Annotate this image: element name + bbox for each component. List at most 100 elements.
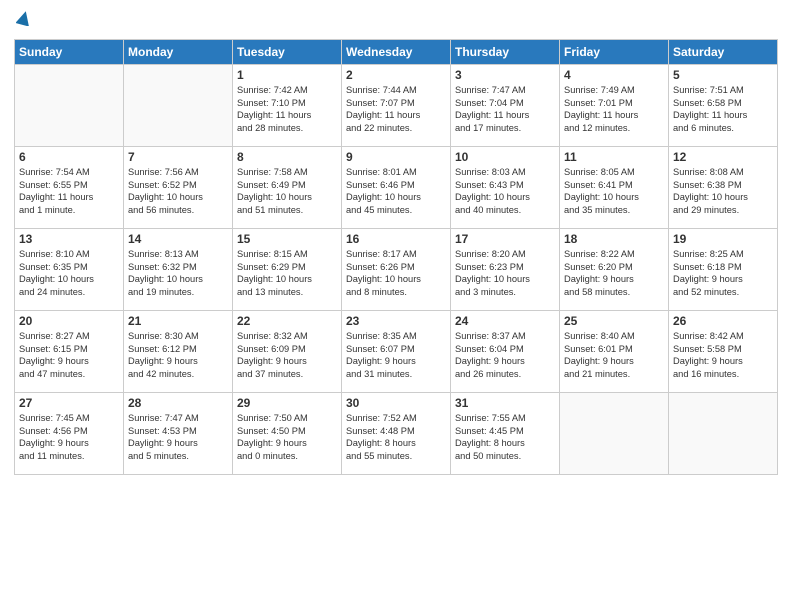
cell-content: Sunrise: 8:25 AM Sunset: 6:18 PM Dayligh… — [673, 248, 773, 298]
calendar-cell: 15 Sunrise: 8:15 AM Sunset: 6:29 PM Dayli… — [233, 229, 342, 311]
cell-content: Sunrise: 8:05 AM Sunset: 6:41 PM Dayligh… — [564, 166, 664, 216]
weekday-header-friday: Friday — [560, 40, 669, 65]
cell-content: Sunrise: 7:58 AM Sunset: 6:49 PM Dayligh… — [237, 166, 337, 216]
calendar-cell: 7Sunrise: 7:56 AM Sunset: 6:52 PM Daylig… — [124, 147, 233, 229]
day-number: 17 — [455, 232, 555, 246]
calendar-cell: 6 Sunrise: 7:54 AM Sunset: 6:55 PM Daylig… — [15, 147, 124, 229]
day-number: 23 — [346, 314, 446, 328]
cell-content: Sunrise: 7:51 AM Sunset: 6:58 PM Dayligh… — [673, 84, 773, 134]
weekday-header-monday: Monday — [124, 40, 233, 65]
weekday-header-row: SundayMondayTuesdayWednesdayThursdayFrid… — [15, 40, 778, 65]
cell-content: Sunrise: 8:30 AM Sunset: 6:12 PM Dayligh… — [128, 330, 228, 380]
calendar-cell: 14 Sunrise: 8:13 AM Sunset: 6:32 PM Dayli… — [124, 229, 233, 311]
day-number: 10 — [455, 150, 555, 164]
cell-content: Sunrise: 8:20 AM Sunset: 6:23 PM Dayligh… — [455, 248, 555, 298]
calendar-cell: 13 Sunrise: 8:10 AM Sunset: 6:35 PM Dayli… — [15, 229, 124, 311]
calendar-cell: 2Sunrise: 7:44 AM Sunset: 7:07 PM Daylig… — [342, 65, 451, 147]
header — [14, 10, 778, 31]
calendar-cell: 27Sunrise: 7:45 AM Sunset: 4:56 PM Dayli… — [15, 393, 124, 475]
cell-content: Sunrise: 8:03 AM Sunset: 6:43 PM Dayligh… — [455, 166, 555, 216]
day-number: 21 — [128, 314, 228, 328]
week-row-4: 20 Sunrise: 8:27 AM Sunset: 6:15 PM Dayli… — [15, 311, 778, 393]
cell-content: Sunrise: 8:01 AM Sunset: 6:46 PM Dayligh… — [346, 166, 446, 216]
weekday-header-thursday: Thursday — [451, 40, 560, 65]
week-row-1: 1Sunrise: 7:42 AM Sunset: 7:10 PM Daylig… — [15, 65, 778, 147]
cell-content: Sunrise: 7:50 AM Sunset: 4:50 PM Dayligh… — [237, 412, 337, 462]
day-number: 14 — [128, 232, 228, 246]
calendar-table: SundayMondayTuesdayWednesdayThursdayFrid… — [14, 39, 778, 475]
day-number: 19 — [673, 232, 773, 246]
day-number: 25 — [564, 314, 664, 328]
cell-content: Sunrise: 7:55 AM Sunset: 4:45 PM Dayligh… — [455, 412, 555, 462]
day-number: 4 — [564, 68, 664, 82]
cell-content: Sunrise: 8:08 AM Sunset: 6:38 PM Dayligh… — [673, 166, 773, 216]
calendar-cell: 16Sunrise: 8:17 AM Sunset: 6:26 PM Dayli… — [342, 229, 451, 311]
calendar-cell: 24 Sunrise: 8:37 AM Sunset: 6:04 PM Dayli… — [451, 311, 560, 393]
day-number: 6 — [19, 150, 119, 164]
calendar-cell: 11 Sunrise: 8:05 AM Sunset: 6:41 PM Dayli… — [560, 147, 669, 229]
cell-content: Sunrise: 8:13 AM Sunset: 6:32 PM Dayligh… — [128, 248, 228, 298]
cell-content: Sunrise: 8:22 AM Sunset: 6:20 PM Dayligh… — [564, 248, 664, 298]
cell-content: Sunrise: 8:40 AM Sunset: 6:01 PM Dayligh… — [564, 330, 664, 380]
day-number: 2 — [346, 68, 446, 82]
calendar-cell: 10 Sunrise: 8:03 AM Sunset: 6:43 PM Dayli… — [451, 147, 560, 229]
day-number: 1 — [237, 68, 337, 82]
cell-content: Sunrise: 7:47 AM Sunset: 4:53 PM Dayligh… — [128, 412, 228, 462]
calendar-cell: 19 Sunrise: 8:25 AM Sunset: 6:18 PM Dayli… — [669, 229, 778, 311]
calendar-cell: 12Sunrise: 8:08 AM Sunset: 6:38 PM Dayli… — [669, 147, 778, 229]
cell-content: Sunrise: 8:10 AM Sunset: 6:35 PM Dayligh… — [19, 248, 119, 298]
cell-content: Sunrise: 7:56 AM Sunset: 6:52 PM Dayligh… — [128, 166, 228, 216]
day-number: 9 — [346, 150, 446, 164]
cell-content: Sunrise: 8:37 AM Sunset: 6:04 PM Dayligh… — [455, 330, 555, 380]
calendar-cell: 22 Sunrise: 8:32 AM Sunset: 6:09 PM Dayli… — [233, 311, 342, 393]
week-row-2: 6 Sunrise: 7:54 AM Sunset: 6:55 PM Daylig… — [15, 147, 778, 229]
cell-content: Sunrise: 7:49 AM Sunset: 7:01 PM Dayligh… — [564, 84, 664, 134]
day-number: 8 — [237, 150, 337, 164]
day-number: 15 — [237, 232, 337, 246]
day-number: 5 — [673, 68, 773, 82]
day-number: 29 — [237, 396, 337, 410]
day-number: 22 — [237, 314, 337, 328]
cell-content: Sunrise: 7:47 AM Sunset: 7:04 PM Dayligh… — [455, 84, 555, 134]
weekday-header-sunday: Sunday — [15, 40, 124, 65]
calendar-cell — [669, 393, 778, 475]
cell-content: Sunrise: 8:15 AM Sunset: 6:29 PM Dayligh… — [237, 248, 337, 298]
day-number: 18 — [564, 232, 664, 246]
cell-content: Sunrise: 8:17 AM Sunset: 6:26 PM Dayligh… — [346, 248, 446, 298]
day-number: 24 — [455, 314, 555, 328]
calendar-cell: 28 Sunrise: 7:47 AM Sunset: 4:53 PM Dayli… — [124, 393, 233, 475]
calendar-cell: 1Sunrise: 7:42 AM Sunset: 7:10 PM Daylig… — [233, 65, 342, 147]
cell-content: Sunrise: 7:54 AM Sunset: 6:55 PM Dayligh… — [19, 166, 119, 216]
calendar-cell: 31 Sunrise: 7:55 AM Sunset: 4:45 PM Dayli… — [451, 393, 560, 475]
calendar-cell — [15, 65, 124, 147]
day-number: 31 — [455, 396, 555, 410]
cell-content: Sunrise: 7:45 AM Sunset: 4:56 PM Dayligh… — [19, 412, 119, 462]
calendar-cell: 25 Sunrise: 8:40 AM Sunset: 6:01 PM Dayli… — [560, 311, 669, 393]
cell-content: Sunrise: 8:32 AM Sunset: 6:09 PM Dayligh… — [237, 330, 337, 380]
calendar-cell: 3 Sunrise: 7:47 AM Sunset: 7:04 PM Daylig… — [451, 65, 560, 147]
day-number: 20 — [19, 314, 119, 328]
cell-content: Sunrise: 7:52 AM Sunset: 4:48 PM Dayligh… — [346, 412, 446, 462]
calendar-cell: 8 Sunrise: 7:58 AM Sunset: 6:49 PM Daylig… — [233, 147, 342, 229]
week-row-5: 27Sunrise: 7:45 AM Sunset: 4:56 PM Dayli… — [15, 393, 778, 475]
weekday-header-wednesday: Wednesday — [342, 40, 451, 65]
cell-content: Sunrise: 8:35 AM Sunset: 6:07 PM Dayligh… — [346, 330, 446, 380]
calendar-cell: 18 Sunrise: 8:22 AM Sunset: 6:20 PM Dayli… — [560, 229, 669, 311]
cell-content: Sunrise: 8:27 AM Sunset: 6:15 PM Dayligh… — [19, 330, 119, 380]
calendar-cell: 9 Sunrise: 8:01 AM Sunset: 6:46 PM Daylig… — [342, 147, 451, 229]
day-number: 11 — [564, 150, 664, 164]
calendar-cell: 29 Sunrise: 7:50 AM Sunset: 4:50 PM Dayli… — [233, 393, 342, 475]
calendar-cell: 4 Sunrise: 7:49 AM Sunset: 7:01 PM Daylig… — [560, 65, 669, 147]
day-number: 28 — [128, 396, 228, 410]
page-container: SundayMondayTuesdayWednesdayThursdayFrid… — [0, 0, 792, 483]
day-number: 13 — [19, 232, 119, 246]
calendar-cell — [124, 65, 233, 147]
calendar-cell: 20 Sunrise: 8:27 AM Sunset: 6:15 PM Dayli… — [15, 311, 124, 393]
calendar-cell: 23 Sunrise: 8:35 AM Sunset: 6:07 PM Dayli… — [342, 311, 451, 393]
calendar-cell: 21 Sunrise: 8:30 AM Sunset: 6:12 PM Dayli… — [124, 311, 233, 393]
calendar-cell: 17 Sunrise: 8:20 AM Sunset: 6:23 PM Dayli… — [451, 229, 560, 311]
day-number: 3 — [455, 68, 555, 82]
cell-content: Sunrise: 8:42 AM Sunset: 5:58 PM Dayligh… — [673, 330, 773, 380]
day-number: 30 — [346, 396, 446, 410]
logo — [14, 10, 32, 31]
